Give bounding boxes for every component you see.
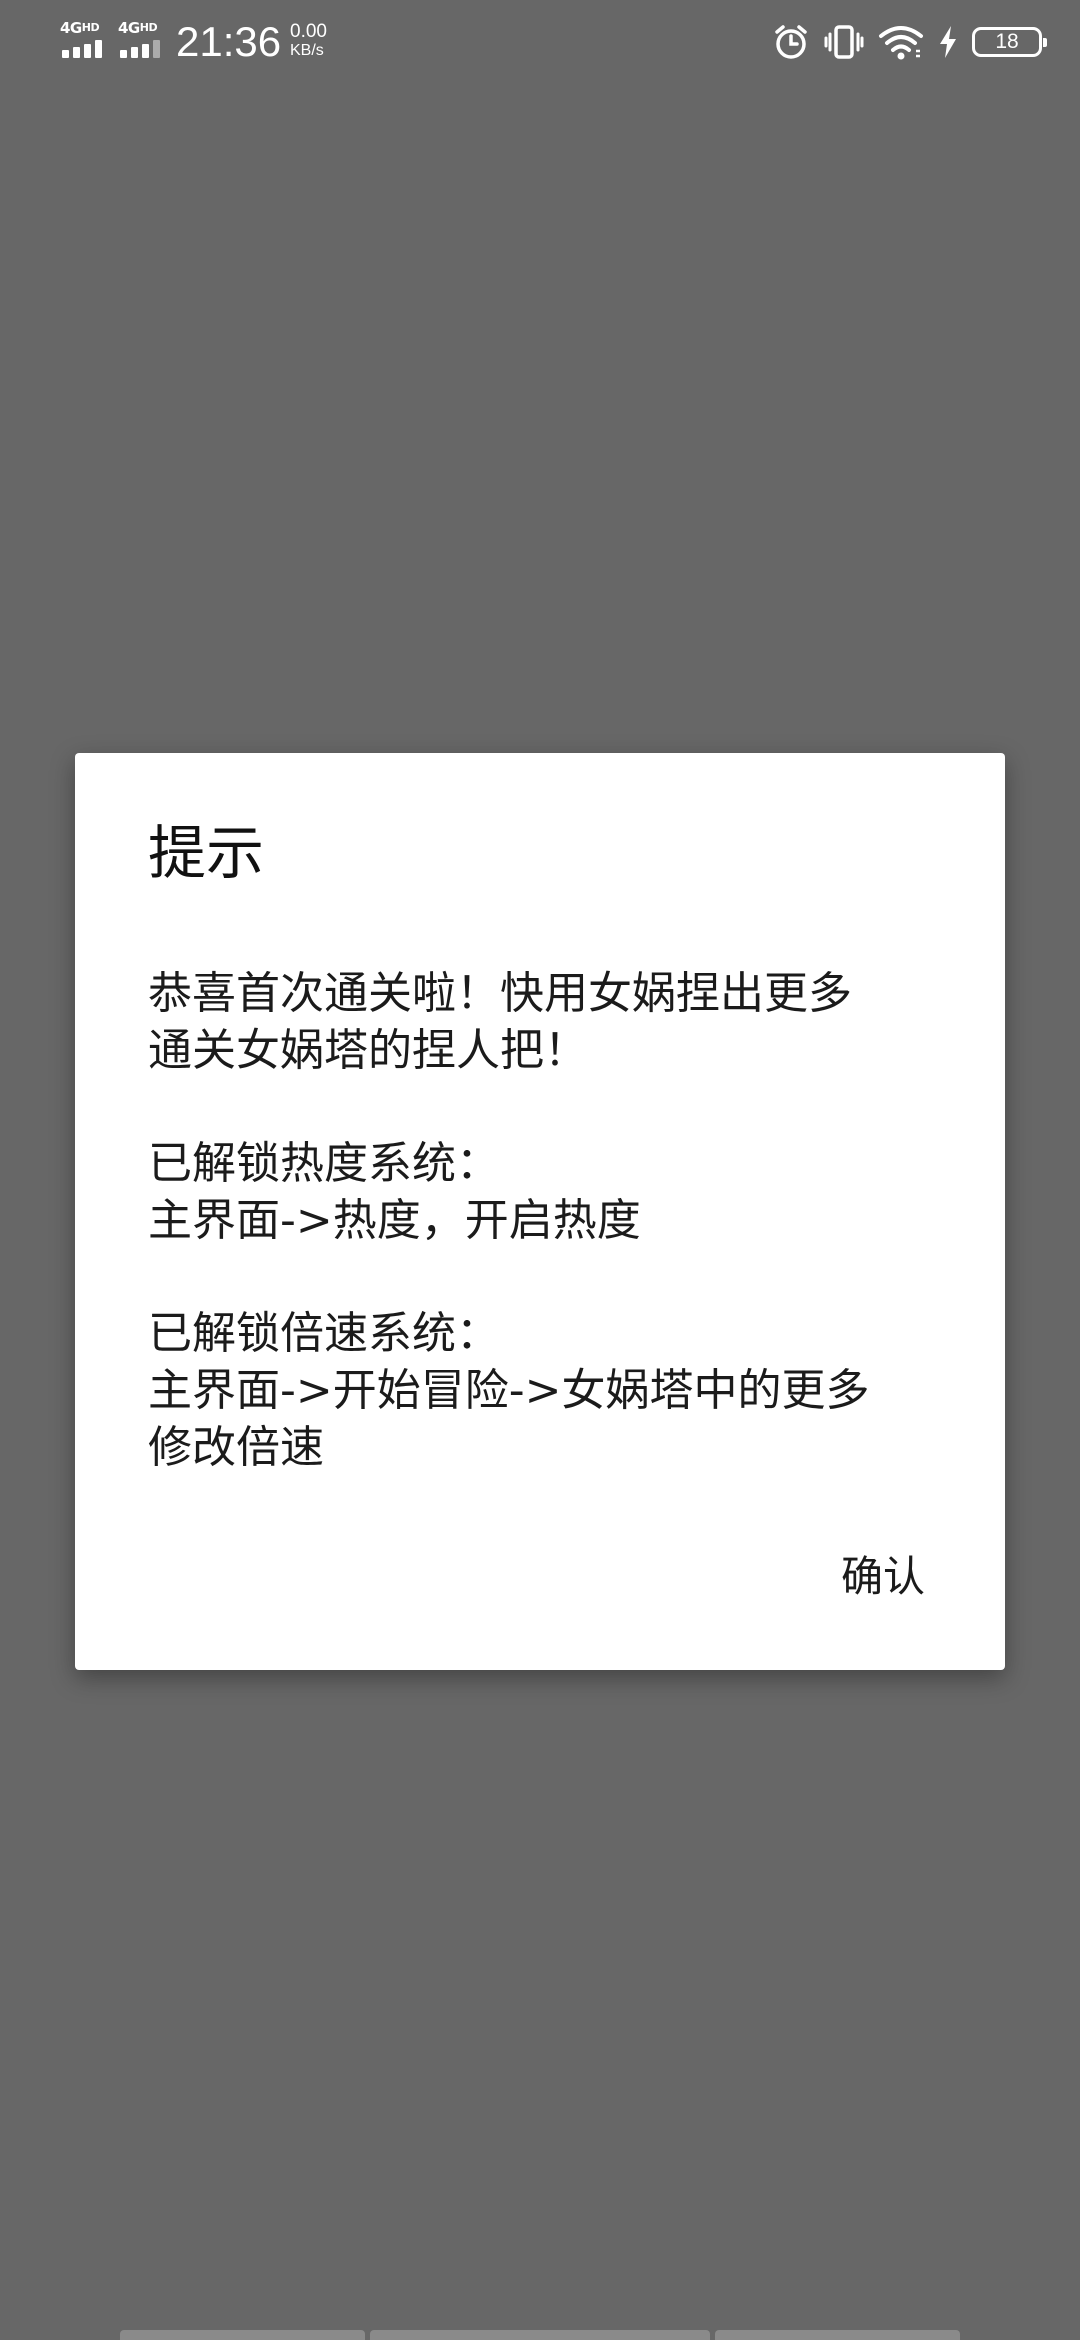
signal-bars-1-icon xyxy=(62,40,108,58)
status-time: 21:36 xyxy=(176,18,282,65)
signal-bars-2-icon xyxy=(120,40,166,58)
message-paragraph-congrats: 恭喜首次通关啦！快用女娲捏出更多 通关女娲塔的捏人把！ xyxy=(148,968,852,1076)
status-icons: 18 xyxy=(772,20,1047,64)
message-paragraph-heat-system: 已解锁热度系统： 主界面->热度，开启热度 xyxy=(148,1138,641,1246)
battery-level: 18 xyxy=(995,30,1019,53)
network-hd-1: HD xyxy=(81,21,100,34)
bottom-bar-segment-1 xyxy=(120,2330,365,2340)
dialog-message: 恭喜首次通关啦！快用女娲捏出更多 通关女娲塔的捏人把！ 已解锁热度系统： 主界面… xyxy=(148,965,948,1476)
confirm-button[interactable]: 确认 xyxy=(837,1549,929,1605)
signal-indicator-1: 4GHD xyxy=(60,20,112,60)
alarm-icon xyxy=(775,25,807,59)
signal-indicator-2: 4GHD xyxy=(118,20,170,60)
network-speed-unit: KB/s xyxy=(290,42,324,59)
wifi-icon xyxy=(879,26,923,60)
charging-icon xyxy=(940,26,956,58)
alert-dialog: 提示 恭喜首次通关啦！快用女娲捏出更多 通关女娲塔的捏人把！ 已解锁热度系统： … xyxy=(75,753,1005,1670)
bottom-bar-segment-3 xyxy=(715,2330,960,2340)
bottom-bar-segment-2 xyxy=(370,2330,710,2340)
screen: 4GHD 4GHD 21:36 0.00 KB/s 18 提示 恭喜首次通关啦！… xyxy=(0,0,1080,2340)
vibrate-icon xyxy=(824,25,864,59)
network-speed-value: 0.00 xyxy=(290,21,327,42)
network-hd-2: HD xyxy=(139,21,158,34)
network-speed: 0.00 KB/s xyxy=(290,22,327,60)
status-bar: 4GHD 4GHD 21:36 0.00 KB/s 18 xyxy=(0,0,1080,84)
message-paragraph-speed-system: 已解锁倍速系统： 主界面->开始冒险->女娲塔中的更多 修改倍速 xyxy=(148,1308,870,1473)
battery-icon: 18 xyxy=(972,27,1047,57)
network-type-1: 4G xyxy=(60,19,82,37)
dialog-title: 提示 xyxy=(148,819,265,887)
network-type-2: 4G xyxy=(118,19,140,37)
